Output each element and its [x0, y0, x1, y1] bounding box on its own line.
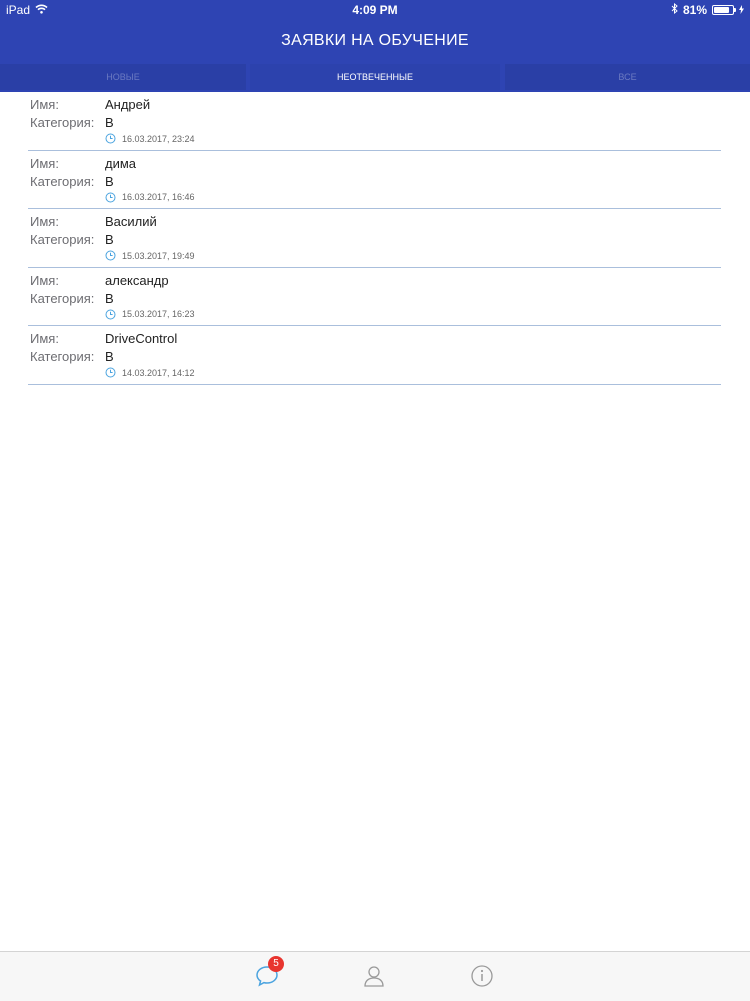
tab-all[interactable]: ВСЕ [505, 64, 750, 90]
date-text: 15.03.2017, 19:49 [122, 250, 195, 261]
clock-icon [105, 250, 116, 261]
name-value: александр [105, 272, 169, 288]
date-text: 16.03.2017, 16:46 [122, 192, 195, 202]
name-value: Андрей [105, 97, 151, 112]
tab-new[interactable]: НОВЫЕ [0, 64, 246, 90]
category-label: Категория: [30, 232, 95, 247]
bluetooth-icon [671, 2, 678, 17]
name-label: Имя: [30, 214, 59, 229]
name-value: Василий [105, 214, 157, 229]
clock-icon [105, 133, 116, 144]
list-item[interactable]: Имя: дима Категория: B 16.03.2017, 16:46 [0, 151, 750, 209]
category-value: B [105, 115, 114, 130]
category-value: B [105, 173, 114, 189]
category-label: Категория: [30, 173, 95, 189]
list-item[interactable]: Имя: александр Категория: B 15.03.2017, … [0, 268, 750, 326]
notification-badge: 5 [268, 956, 284, 972]
category-label: Категория: [30, 349, 95, 364]
clock-icon [105, 367, 116, 378]
category-label: Категория: [30, 115, 95, 130]
name-label: Имя: [30, 272, 59, 288]
battery-level [714, 7, 729, 13]
request-date: 15.03.2017, 19:49 [105, 250, 195, 261]
tab-messages[interactable]: 5 [252, 956, 284, 992]
clock-icon [105, 192, 116, 203]
request-date: 14.03.2017, 14:12 [105, 367, 195, 378]
tab-info[interactable] [466, 960, 498, 992]
name-value: DriveControl [105, 331, 178, 346]
bottom-tab-bar: 5 [0, 951, 750, 1001]
date-text: 15.03.2017, 16:23 [122, 309, 195, 319]
list-item[interactable]: Имя: Андрей Категория: B 16.03.2017, 23:… [0, 92, 750, 151]
status-bar: iPad 4:09 PM 81% [0, 0, 750, 22]
status-time: 4:09 PM [352, 3, 398, 17]
request-date: 16.03.2017, 23:24 [105, 133, 195, 144]
tab-profile[interactable] [358, 960, 390, 992]
date-text: 16.03.2017, 23:24 [122, 133, 195, 144]
status-right: 81% [671, 2, 744, 17]
category-label: Категория: [30, 290, 95, 306]
request-date: 15.03.2017, 16:23 [105, 309, 195, 320]
navigation-bar: ЗАЯВКИ НА ОБУЧЕНИЕ [0, 22, 750, 62]
name-value: дима [105, 155, 137, 171]
tab-unanswered[interactable]: НЕОТВЕЧЕННЫЕ [250, 64, 500, 90]
filter-tabs: НОВЫЕ НЕОТВЕЧЕННЫЕ ВСЕ [0, 62, 750, 92]
request-list: Имя: Андрей Категория: B 16.03.2017, 23:… [0, 92, 750, 385]
battery-percent: 81% [682, 3, 707, 17]
list-item[interactable]: Имя: Василий Категория: B 15.03.2017, 19… [0, 209, 750, 268]
page-title: ЗАЯВКИ НА ОБУЧЕНИЕ [281, 32, 469, 49]
name-label: Имя: [30, 155, 59, 171]
category-value: B [105, 232, 114, 247]
date-text: 14.03.2017, 14:12 [122, 367, 195, 378]
clock-icon [105, 309, 116, 320]
divider [28, 383, 721, 385]
name-label: Имя: [30, 97, 59, 112]
request-date: 16.03.2017, 16:46 [105, 192, 195, 203]
battery-icon [712, 5, 736, 15]
name-label: Имя: [30, 331, 59, 346]
category-value: B [105, 349, 114, 364]
category-value: B [105, 290, 114, 306]
list-item[interactable]: Имя: DriveControl Категория: B 14.03.201… [0, 326, 750, 385]
charging-icon [739, 3, 744, 17]
